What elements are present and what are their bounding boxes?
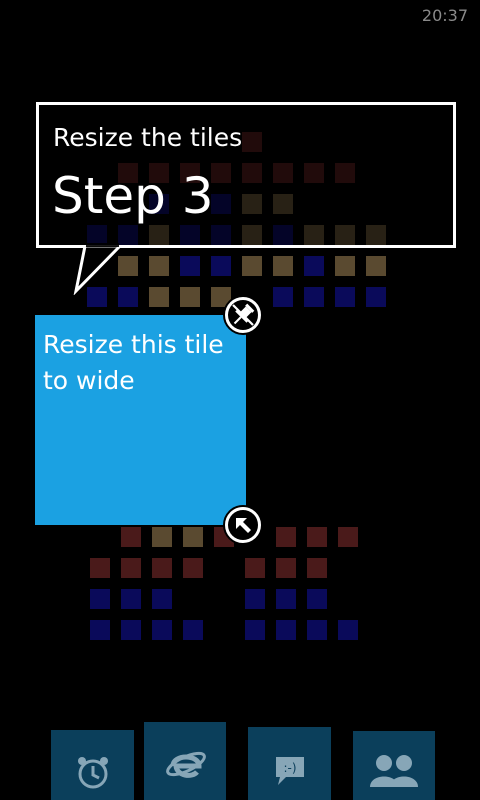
grid-square	[121, 620, 141, 640]
grid-square	[90, 558, 110, 578]
callout-pointer	[73, 243, 122, 295]
grid-square	[276, 527, 296, 547]
grid-square	[245, 620, 265, 640]
grid-square	[335, 256, 355, 276]
grid-square	[307, 589, 327, 609]
grid-square	[183, 620, 203, 640]
tutorial-subtitle: Resize the tiles	[53, 123, 243, 152]
tile-label: Resize this tile to wide	[43, 330, 224, 395]
grid-square	[366, 287, 386, 307]
grid-square	[366, 256, 386, 276]
ie-icon	[166, 751, 206, 778]
grid-square	[183, 558, 203, 578]
grid-square	[152, 527, 172, 547]
people-icon	[370, 755, 418, 787]
grid-square	[338, 527, 358, 547]
grid-square	[211, 256, 231, 276]
unpin-icon	[228, 300, 258, 330]
grid-square	[245, 589, 265, 609]
dock-tile-messaging[interactable]: :-)	[248, 727, 331, 800]
grid-square	[152, 620, 172, 640]
messaging-icon: :-)	[276, 757, 304, 785]
grid-square	[90, 620, 110, 640]
resizable-tile[interactable]: Resize this tile to wide	[35, 315, 246, 525]
grid-square	[276, 558, 296, 578]
grid-square	[338, 620, 358, 640]
grid-square	[183, 527, 203, 547]
tutorial-step-title: Step 3	[52, 167, 214, 225]
svg-text::-): :-)	[283, 761, 296, 775]
grid-square	[273, 287, 293, 307]
grid-square	[307, 620, 327, 640]
unpin-button[interactable]	[223, 295, 263, 335]
grid-square	[307, 558, 327, 578]
grid-square	[152, 558, 172, 578]
grid-square	[242, 256, 262, 276]
grid-square	[276, 620, 296, 640]
grid-square	[121, 558, 141, 578]
grid-square	[304, 256, 324, 276]
grid-square	[152, 589, 172, 609]
tutorial-callout: Resize the tiles Step 3	[36, 102, 456, 248]
grid-square	[149, 287, 169, 307]
grid-square	[90, 589, 110, 609]
grid-square	[304, 287, 324, 307]
grid-square	[335, 287, 355, 307]
grid-square	[276, 589, 296, 609]
grid-square	[180, 287, 200, 307]
grid-square	[273, 256, 293, 276]
grid-square	[245, 558, 265, 578]
dock-tile-alarms[interactable]	[51, 730, 134, 800]
grid-square	[307, 527, 327, 547]
resize-button[interactable]	[223, 505, 263, 545]
grid-square	[121, 527, 141, 547]
dock-tile-people[interactable]	[353, 731, 435, 800]
resize-arrow-icon	[228, 510, 258, 540]
alarm-clock-icon	[78, 757, 108, 789]
grid-square	[180, 256, 200, 276]
grid-square	[121, 589, 141, 609]
grid-square	[149, 256, 169, 276]
dock-tile-internet-explorer[interactable]	[144, 722, 226, 800]
status-time: 20:37	[421, 6, 468, 25]
